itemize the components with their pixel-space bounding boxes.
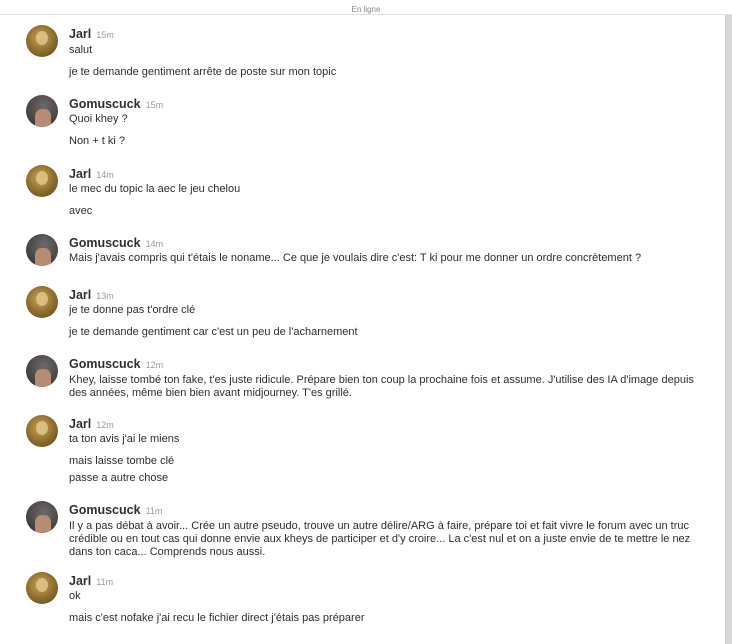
message-text: je te demande gentiment car c'est un peu… (69, 326, 358, 338)
author-name[interactable]: Jarl (69, 288, 91, 302)
message-text: mais laisse tombe clé (69, 455, 175, 467)
message-list[interactable]: Jarl 15m salut je te demande gentiment ar… (0, 15, 724, 644)
message-text: le mec du topic la aec le jeu chelou (69, 183, 241, 195)
timestamp: 12m (145, 360, 164, 370)
message-text: Il y a pas débat à avoir... Crée un autr… (69, 520, 691, 558)
message-header: Gomuscuck 11m (69, 501, 162, 517)
message-text: je te demande gentiment arrête de poste … (69, 66, 337, 78)
timestamp: 14m (96, 170, 114, 180)
avatar[interactable] (26, 415, 58, 447)
message-text: Khey, laisse tombé ton fake, t'es juste … (69, 374, 694, 399)
avatar[interactable] (26, 95, 58, 127)
avatar[interactable] (26, 355, 58, 387)
avatar[interactable] (26, 572, 58, 604)
timestamp: 11m (96, 577, 114, 587)
message-text: Non + t ki ? (69, 135, 125, 147)
message-header: Gomuscuck 14m (69, 234, 163, 250)
timestamp: 14m (145, 239, 164, 249)
message-text: je te donne pas t'ordre clé (69, 304, 196, 316)
message-header: Gomuscuck 15m (69, 95, 163, 111)
message-header: Jarl 14m (69, 165, 114, 181)
message-text: Quoi khey ? (69, 113, 128, 125)
message-text: Mais j'avais compris qui t'étais le nona… (69, 252, 642, 264)
author-name[interactable]: Gomuscuck (69, 503, 141, 517)
timestamp: 11m (145, 506, 163, 516)
message-header: Jarl 13m (69, 286, 114, 302)
scrollbar-thumb[interactable] (725, 15, 732, 644)
message-header: Jarl 12m (69, 415, 114, 431)
message-text: ta ton avis j'ai le miens (69, 433, 180, 445)
author-name[interactable]: Jarl (69, 417, 91, 431)
message-header: Jarl 11m (69, 572, 113, 588)
timestamp: 15m (96, 30, 114, 40)
message-text: mais c'est nofake j'ai recu le fichier d… (69, 612, 365, 624)
message-header: Jarl 15m (69, 25, 114, 41)
avatar[interactable] (26, 234, 58, 266)
online-status: En ligne (351, 5, 381, 14)
timestamp: 13m (96, 291, 114, 301)
avatar[interactable] (26, 286, 58, 318)
timestamp: 12m (96, 420, 114, 430)
author-name[interactable]: Jarl (69, 574, 91, 588)
timestamp: 15m (145, 100, 164, 110)
author-name[interactable]: Jarl (69, 167, 91, 181)
author-name[interactable]: Gomuscuck (69, 357, 141, 371)
author-name[interactable]: Jarl (69, 27, 91, 41)
chat-header: En ligne (0, 0, 732, 15)
message-header: Gomuscuck 12m (69, 355, 163, 371)
message-text: passe a autre chose (69, 472, 169, 484)
avatar[interactable] (26, 501, 58, 533)
message-text: ok (69, 590, 81, 602)
author-name[interactable]: Gomuscuck (69, 236, 141, 250)
author-name[interactable]: Gomuscuck (69, 97, 141, 111)
message-text: avec (69, 205, 93, 217)
avatar[interactable] (26, 25, 58, 57)
message-text: salut (69, 44, 93, 56)
avatar[interactable] (26, 165, 58, 197)
